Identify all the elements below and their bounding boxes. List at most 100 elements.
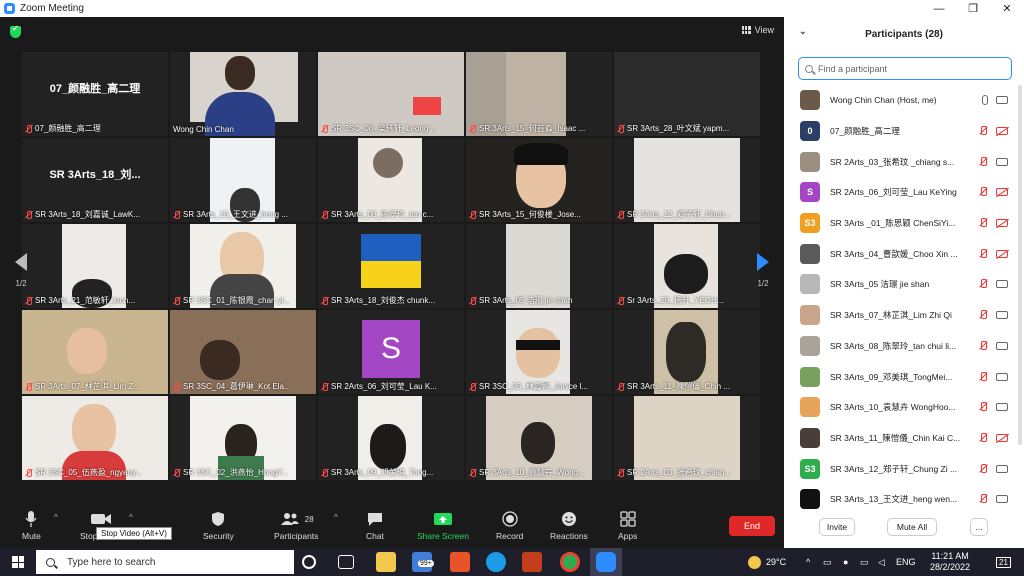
video-camera-icon[interactable] — [996, 311, 1008, 320]
zoom-taskbar-icon[interactable] — [596, 552, 616, 572]
language-indicator[interactable]: ENG — [896, 548, 916, 576]
participant-row[interactable]: SR 3Arts_08_陈翠玲_tan chui li... — [784, 331, 1024, 362]
participant-row[interactable]: SR 3Arts_04_曹歆媛_Choo Xin ... — [784, 238, 1024, 269]
participant-row[interactable]: SR 3Arts_09_邓美琪_TongMei... — [784, 361, 1024, 392]
participant-tile[interactable]: SR 3SC_05_伍燕盈_ngyany... — [22, 396, 168, 480]
video-camera-icon[interactable] — [996, 403, 1008, 412]
office-icon[interactable] — [450, 552, 470, 572]
view-button[interactable]: View — [741, 25, 774, 35]
participant-tile[interactable]: SR 3Arts_15_何俊楼_Jose... — [466, 138, 612, 222]
security-button[interactable]: Security — [203, 510, 234, 541]
weather-widget[interactable]: 29°C — [748, 548, 786, 576]
participants-options-caret[interactable]: ^ — [334, 513, 338, 522]
participant-tile[interactable]: SR 3Arts_18_刘... SR 3Arts_18_刘嘉诚_LawK... — [22, 138, 168, 222]
cortana-icon[interactable] — [302, 555, 316, 569]
participant-tile[interactable]: SR 3SC_03_林嘉婷_Janice l... — [466, 310, 612, 394]
powerpoint-icon[interactable] — [522, 552, 542, 572]
participant-row[interactable]: SR 3Arts_07_林芷淇_Lim Zhi Qi — [784, 300, 1024, 331]
participant-tile[interactable]: SR 3Arts_05 洁璟 jie shan — [466, 224, 612, 308]
video-off-icon[interactable] — [996, 127, 1008, 136]
participant-row[interactable]: SR 2Arts_03_张希玟 _chiang s... — [784, 146, 1024, 177]
video-off-icon[interactable] — [996, 433, 1008, 442]
encryption-shield-icon[interactable] — [10, 24, 21, 38]
muted-mic-icon[interactable] — [978, 402, 988, 412]
edge-browser-icon[interactable] — [486, 552, 506, 572]
participant-row[interactable]: SR 3Arts_05 洁璟 jie shan — [784, 269, 1024, 300]
mute-all-button[interactable]: Mute All — [887, 518, 937, 536]
apps-button[interactable]: Apps — [618, 510, 637, 541]
clock[interactable]: 11:21 AM 28/2/2022 — [930, 548, 970, 576]
participant-row[interactable]: S SR 2Arts_06_刘可莹_Lau KeYing — [784, 177, 1024, 208]
participant-tile[interactable]: Sr 3Arts_29_杨升_YEOH... — [614, 224, 760, 308]
notification-center-icon[interactable]: 21 — [996, 548, 1011, 576]
participant-tile[interactable]: SR 3Arts_08_陈翠玲_tan c... — [318, 138, 464, 222]
taskbar-search-input[interactable]: Type here to search — [36, 550, 294, 574]
participant-row[interactable]: S3 SR 3Arts_12_郑子轩_Chung Zi ... — [784, 453, 1024, 484]
participant-row[interactable]: SR 3Arts_10_袁慧卉 WongHoo... — [784, 392, 1024, 423]
participant-tile[interactable]: SR 3SC_02_洪燕怡_HongY... — [170, 396, 316, 480]
more-options-button[interactable]: ... — [970, 518, 988, 536]
participant-tile[interactable]: SR 3Arts_09_邓美琪_Tong... — [318, 396, 464, 480]
participant-row[interactable]: SR 3Arts_13_王文进_heng wen... — [784, 484, 1024, 513]
microphone-icon[interactable] — [982, 95, 988, 106]
muted-mic-icon[interactable] — [978, 248, 988, 259]
muted-mic-icon[interactable] — [978, 371, 988, 382]
reactions-button[interactable]: Reactions — [550, 510, 588, 541]
next-page-button[interactable]: 1/2 — [752, 240, 774, 300]
video-camera-icon[interactable] — [996, 157, 1008, 166]
invite-button[interactable]: Invite — [819, 518, 855, 536]
participant-tile[interactable]: SR 3Arts_18_刘俊杰 chunk... — [318, 224, 464, 308]
video-camera-icon[interactable] — [996, 495, 1008, 504]
microphone-tray-icon[interactable]: ● — [843, 548, 848, 576]
mute-button[interactable]: Mute — [22, 510, 41, 541]
audio-options-caret[interactable]: ^ — [54, 513, 58, 522]
muted-mic-icon[interactable] — [978, 310, 988, 320]
maximize-button[interactable]: ❐ — [956, 0, 990, 17]
network-icon[interactable]: ▭ — [860, 548, 869, 576]
video-camera-icon[interactable] — [996, 372, 1008, 381]
participant-tile[interactable]: SR 3Arts_28_叶文斌 yapm... — [614, 52, 760, 136]
participant-list-scrollbar[interactable] — [1018, 85, 1022, 445]
participant-tile[interactable]: SR 3Arts_10_袁慧卉_Wong... — [466, 396, 612, 480]
chat-button[interactable]: Chat — [366, 510, 384, 541]
video-camera-icon[interactable] — [996, 341, 1008, 350]
muted-mic-icon[interactable] — [978, 432, 988, 443]
share-screen-button[interactable]: Share Screen — [417, 510, 469, 541]
participant-row[interactable]: 0 07_颜融胜_高二理 — [784, 116, 1024, 147]
participant-tile[interactable]: Wong Chin Chan — [170, 52, 316, 136]
participant-tile[interactable]: SR 3Arts_21_范敏轩_loon... — [22, 224, 168, 308]
previous-page-button[interactable]: 1/2 — [10, 240, 32, 300]
participant-tile[interactable]: S SR 2Arts_06_刘可莹_Lau K... — [318, 310, 464, 394]
volume-icon[interactable]: ◁ — [878, 548, 885, 576]
participant-tile[interactable]: 07_颜融胜_高二理 07_颜融胜_高二理 — [22, 52, 168, 136]
muted-mic-icon[interactable] — [978, 218, 988, 228]
muted-mic-icon[interactable] — [978, 126, 988, 136]
muted-mic-icon[interactable] — [978, 340, 988, 351]
video-camera-icon[interactable] — [996, 464, 1008, 473]
video-off-icon[interactable] — [996, 249, 1008, 258]
participant-row[interactable]: S3 SR 3Arts _01_陈思颖 ChenSiYi... — [784, 208, 1024, 239]
video-off-icon[interactable] — [996, 188, 1008, 197]
participant-search-input[interactable]: Find a participant — [798, 57, 1012, 80]
muted-mic-icon[interactable] — [978, 156, 988, 167]
participant-tile[interactable]: SR 3Arts_11_陳愷儀_Chin ... — [614, 310, 760, 394]
participant-tile[interactable]: SR 3SC_04_葛伊琳_Kot Ela... — [170, 310, 316, 394]
record-button[interactable]: Record — [496, 510, 523, 541]
participant-tile[interactable]: SR 3Arts_12_郑子轩_Chun... — [614, 138, 760, 222]
participant-row[interactable]: SR 3Arts_11_陳愷儀_Chin Kai C... — [784, 423, 1024, 454]
participant-row[interactable]: Wong Chin Chan (Host, me) — [784, 85, 1024, 116]
participants-button[interactable]: 28 Participants — [274, 510, 318, 541]
participant-tile[interactable]: SR 3Arts_15_何芸淼_Isaac ... — [466, 52, 612, 136]
end-meeting-button[interactable]: End — [729, 516, 775, 536]
meet-now-icon[interactable]: ▭ — [823, 548, 832, 576]
participant-tile[interactable]: SR 3SC_01_陈银霞_chan yi... — [170, 224, 316, 308]
video-options-caret[interactable]: ^ — [129, 513, 133, 522]
muted-mic-icon[interactable] — [978, 279, 988, 289]
participant-tile[interactable]: SR 2Arts_03_张希玟_chian... — [614, 396, 760, 480]
chrome-icon[interactable] — [560, 552, 580, 572]
tray-chevron-icon[interactable]: ^ — [806, 548, 810, 576]
participant-tile[interactable]: SR 3Arts_13_王文进_heng ... — [170, 138, 316, 222]
video-off-icon[interactable] — [996, 219, 1008, 228]
video-camera-icon[interactable] — [996, 96, 1008, 105]
close-button[interactable]: ✕ — [990, 0, 1024, 17]
